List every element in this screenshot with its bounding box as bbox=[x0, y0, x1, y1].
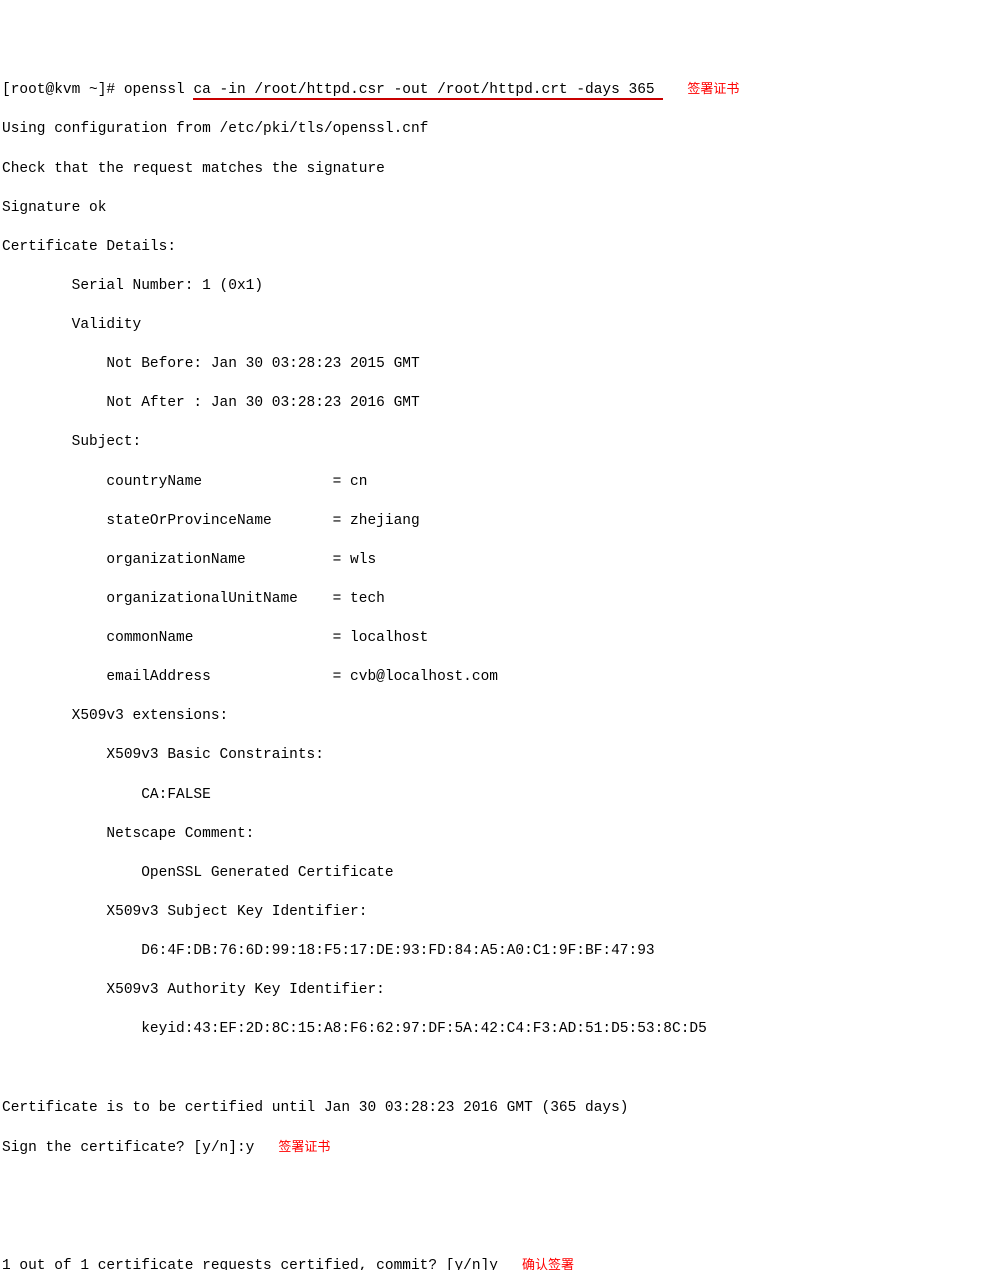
output-state: stateOrProvinceName = zhejiang bbox=[2, 512, 1001, 532]
output-certified-until: Certificate is to be certified until Jan… bbox=[2, 1099, 1001, 1119]
cmd-openssl: openssl bbox=[124, 82, 194, 98]
output-ca-false: CA:FALSE bbox=[2, 786, 1001, 806]
prompt-sign-certificate[interactable]: Sign the certificate? [y/n]:y bbox=[2, 1140, 254, 1156]
output-ski-value: D6:4F:DB:76:6D:99:18:F5:17:DE:93:FD:84:A… bbox=[2, 942, 1001, 962]
annotation-confirm-sign: 确认签署 bbox=[522, 1257, 574, 1270]
output-signature-ok: Signature ok bbox=[2, 199, 1001, 219]
output-cert-details: Certificate Details: bbox=[2, 238, 1001, 258]
output-netscape-comment: Netscape Comment: bbox=[2, 825, 1001, 845]
output-check-request: Check that the request matches the signa… bbox=[2, 160, 1001, 180]
output-country: countryName = cn bbox=[2, 473, 1001, 493]
output-subject: Subject: bbox=[2, 433, 1001, 453]
output-not-before: Not Before: Jan 30 03:28:23 2015 GMT bbox=[2, 355, 1001, 375]
output-ski-header: X509v3 Subject Key Identifier: bbox=[2, 903, 1001, 923]
output-aki-value: keyid:43:EF:2D:8C:15:A8:F6:62:97:DF:5A:4… bbox=[2, 1020, 1001, 1040]
output-serial: Serial Number: 1 (0x1) bbox=[2, 277, 1001, 297]
output-using-config: Using configuration from /etc/pki/tls/op… bbox=[2, 120, 1001, 140]
output-cn: commonName = localhost bbox=[2, 629, 1001, 649]
cmd-args-underlined: ca -in /root/httpd.csr -out /root/httpd.… bbox=[193, 82, 663, 100]
output-org: organizationName = wls bbox=[2, 551, 1001, 571]
cmd-line: [root@kvm ~]# openssl ca -in /root/httpd… bbox=[2, 80, 1001, 101]
output-basic-constraints: X509v3 Basic Constraints: bbox=[2, 746, 1001, 766]
prompt-commit-line: 1 out of 1 certificate requests certifie… bbox=[2, 1256, 1001, 1270]
prompt-sign-line: Sign the certificate? [y/n]:y 签署证书 bbox=[2, 1138, 1001, 1159]
blank-line-2 bbox=[2, 1178, 1001, 1198]
annotation-sign-cert: 签署证书 bbox=[687, 81, 739, 96]
output-aki-header: X509v3 Authority Key Identifier: bbox=[2, 981, 1001, 1001]
output-ou: organizationalUnitName = tech bbox=[2, 590, 1001, 610]
output-not-after: Not After : Jan 30 03:28:23 2016 GMT bbox=[2, 394, 1001, 414]
blank-line bbox=[2, 1059, 1001, 1079]
output-openssl-gen: OpenSSL Generated Certificate bbox=[2, 864, 1001, 884]
prompt-commit[interactable]: 1 out of 1 certificate requests certifie… bbox=[2, 1258, 498, 1270]
output-email: emailAddress = cvb@localhost.com bbox=[2, 668, 1001, 688]
shell-prompt: [root@kvm ~]# bbox=[2, 82, 124, 98]
annotation-sign-cert-2: 签署证书 bbox=[278, 1139, 330, 1154]
output-validity: Validity bbox=[2, 316, 1001, 336]
blank-line-3 bbox=[2, 1217, 1001, 1237]
output-x509-ext: X509v3 extensions: bbox=[2, 707, 1001, 727]
